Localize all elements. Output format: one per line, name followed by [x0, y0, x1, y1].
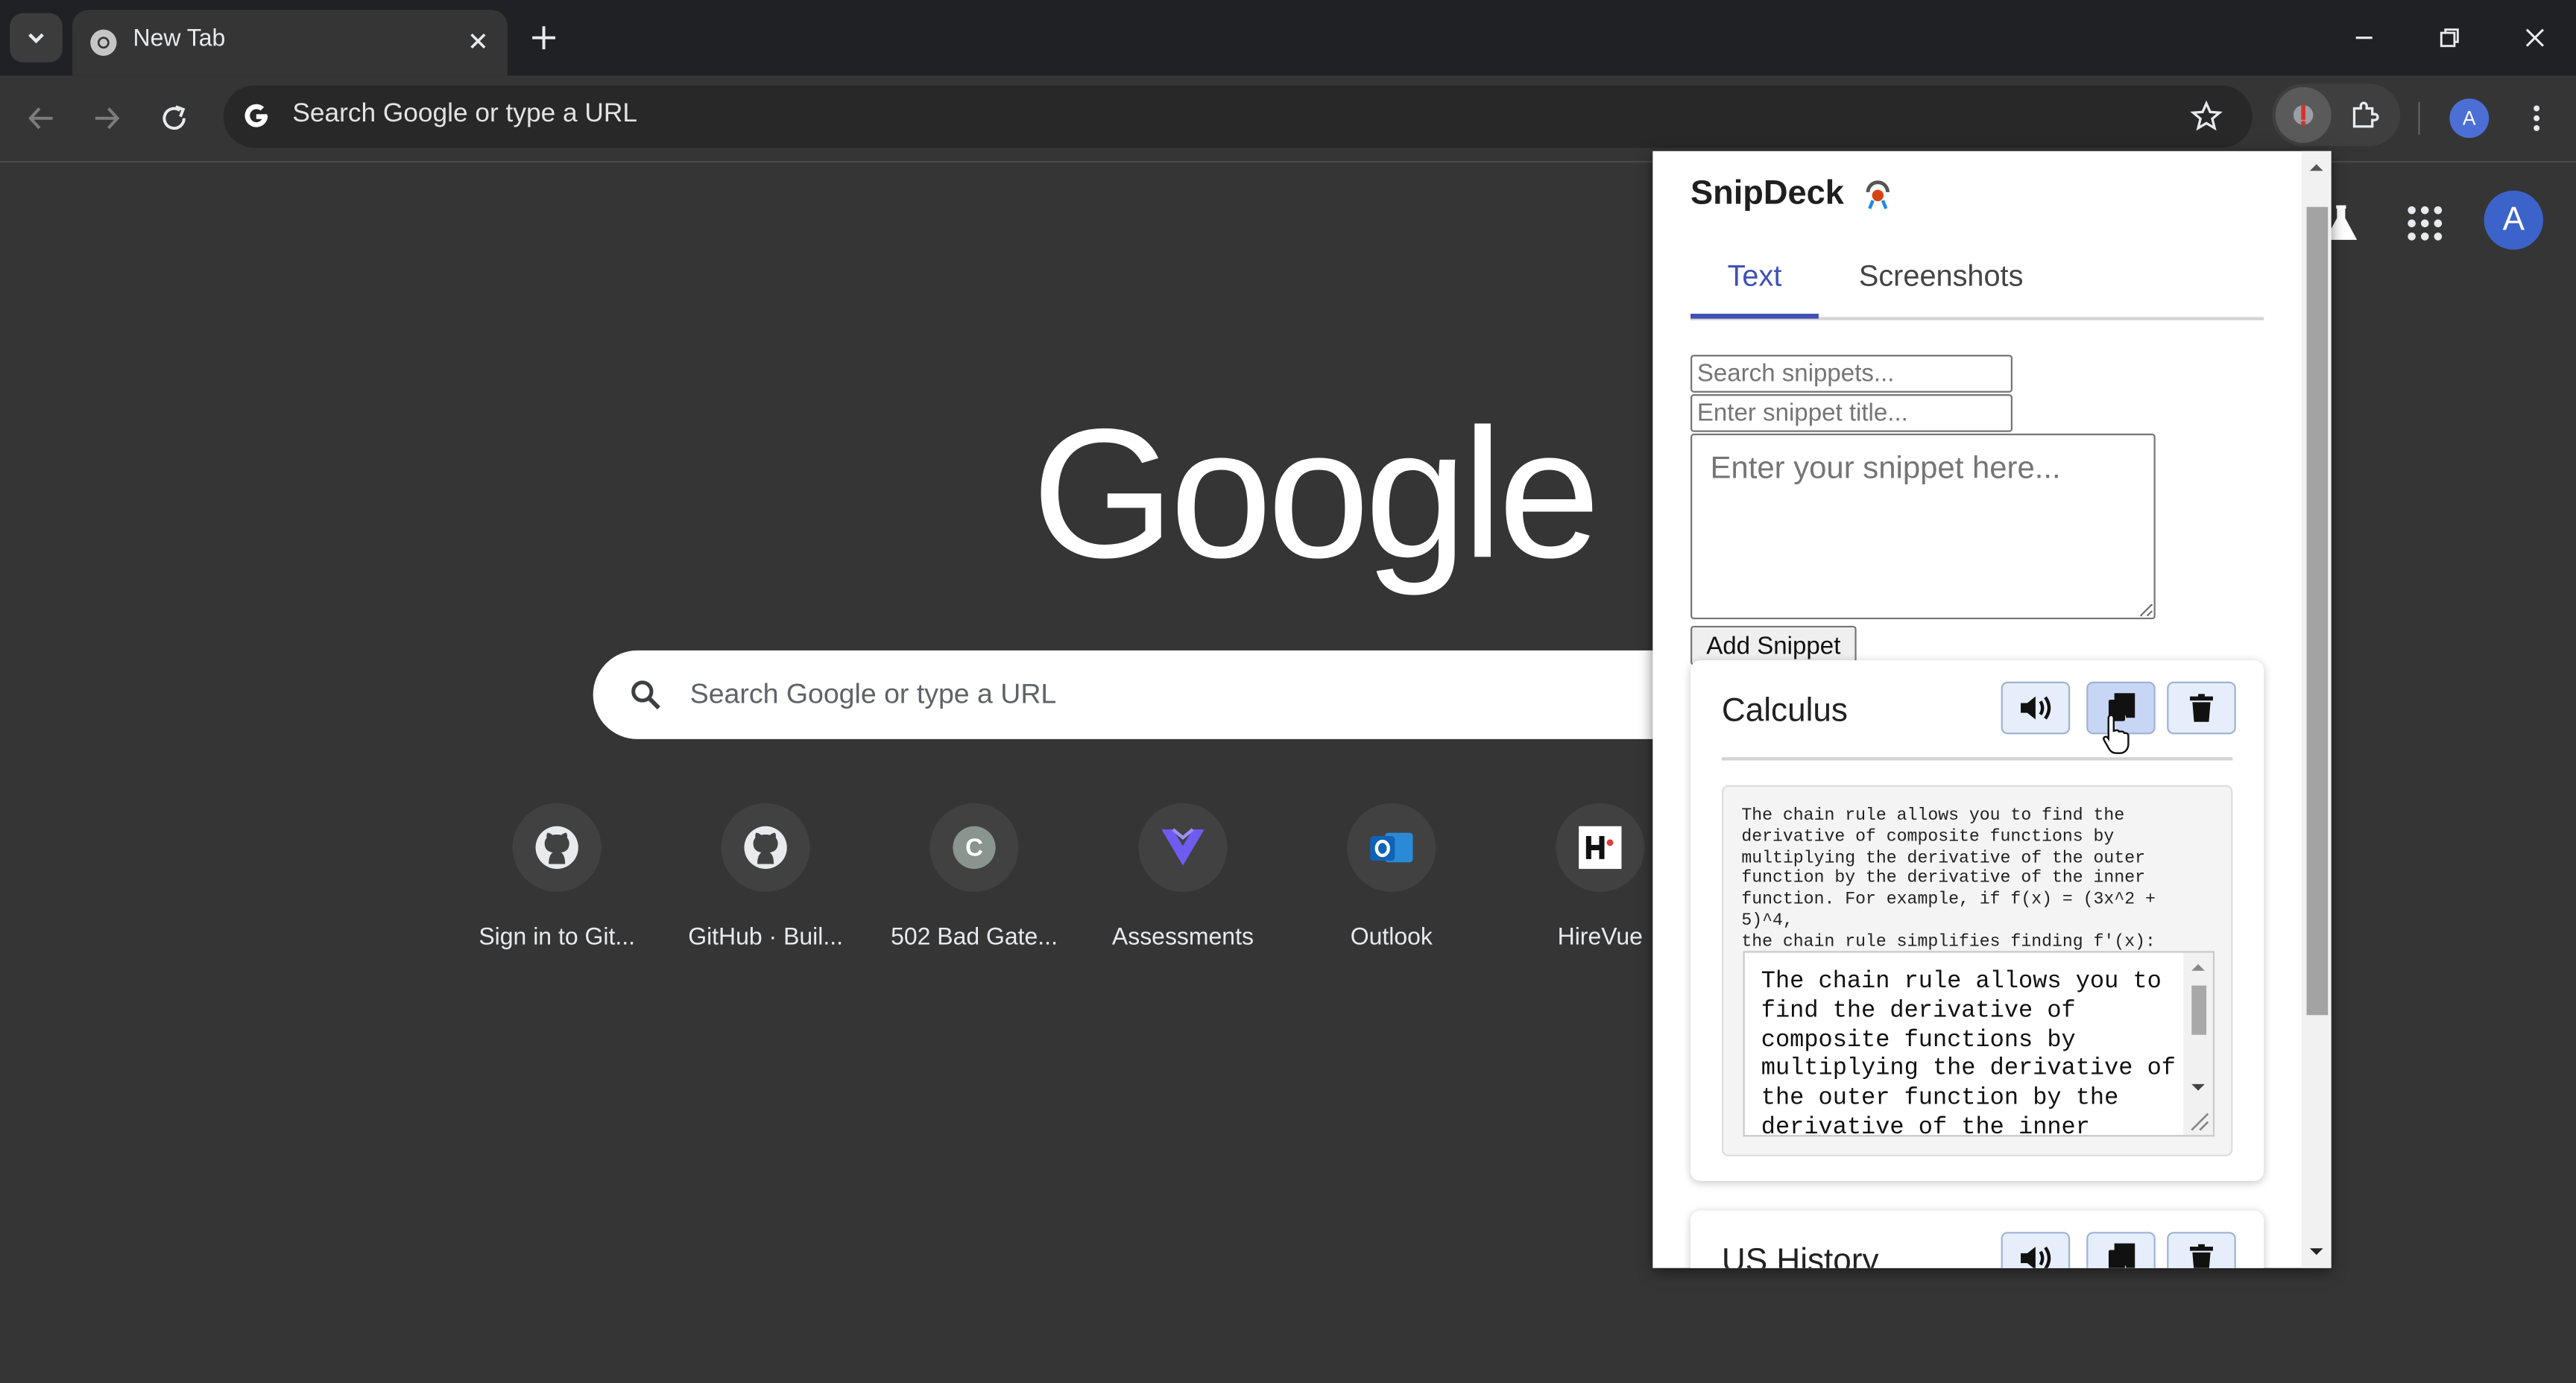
- scroll-up-icon: [2191, 963, 2205, 971]
- forward-button[interactable]: [87, 98, 127, 138]
- search-icon: [629, 678, 662, 711]
- close-icon: [2525, 28, 2545, 47]
- extensions-puzzle-icon[interactable]: [2348, 98, 2381, 131]
- delete-button[interactable]: [2167, 1232, 2236, 1268]
- google-g-icon: [240, 100, 273, 133]
- popup-scrollbar[interactable]: [2301, 151, 2332, 1268]
- add-snippet-button[interactable]: Add Snippet: [1690, 625, 1857, 665]
- shortcut-label: GitHub · Buil...: [688, 925, 844, 952]
- snippet-textarea[interactable]: [1690, 433, 2156, 620]
- trash-icon: [2190, 1244, 2213, 1268]
- ntp-profile-avatar[interactable]: A: [2484, 190, 2543, 250]
- toolbar-divider: [2418, 101, 2420, 135]
- card-divider: [1721, 757, 2233, 761]
- snippet-editor-text: The chain rule allows you to find the de…: [1761, 969, 2176, 1137]
- scroll-up-icon: [2309, 164, 2323, 171]
- restore-icon: [2440, 28, 2459, 48]
- snipdeck-logo-icon: [1861, 179, 1894, 212]
- shortcut-tile[interactable]: GitHub · Buil...: [663, 803, 867, 984]
- snippet-preview: The chain rule allows you to find the de…: [1721, 785, 2233, 1156]
- star-icon[interactable]: [2190, 100, 2223, 133]
- toolbar: Search Google or type a URL A: [0, 75, 2576, 163]
- back-arrow-icon: [28, 107, 53, 130]
- speak-button[interactable]: [2001, 681, 2071, 735]
- copy-button[interactable]: [2086, 1232, 2156, 1268]
- snippet-preview-text: The chain rule allows you to find the de…: [1741, 806, 2156, 953]
- speaker-icon: [2021, 1246, 2051, 1268]
- snipdeck-icon: [2293, 105, 2314, 126]
- speak-button[interactable]: [2001, 1232, 2071, 1268]
- snippet-title: Calculus: [1721, 693, 1848, 730]
- restore-button[interactable]: [2431, 22, 2467, 54]
- editor-scrollbar[interactable]: [2183, 952, 2213, 1136]
- github-icon: [721, 803, 810, 892]
- extensions-group: [2272, 83, 2401, 147]
- scroll-thumb[interactable]: [2191, 985, 2207, 1035]
- minimize-icon: [2355, 37, 2373, 39]
- resize-handle-icon[interactable]: [2183, 1110, 2213, 1133]
- tab-strip: New Tab: [0, 0, 2576, 76]
- shortcut-label: Sign in to Git...: [479, 925, 635, 952]
- speaker-icon: [2021, 696, 2051, 720]
- snippet-title-input[interactable]: [1690, 394, 2013, 432]
- new-tab-button[interactable]: [528, 22, 561, 54]
- assessments-icon: [1138, 803, 1228, 892]
- back-button[interactable]: [22, 98, 61, 138]
- shortcut-tile[interactable]: Sign in to Git...: [455, 803, 659, 984]
- close-icon[interactable]: [464, 26, 493, 56]
- kebab-menu-icon[interactable]: [2522, 98, 2551, 138]
- hirevue-icon: [1556, 803, 1645, 892]
- close-window-button[interactable]: [2517, 22, 2553, 54]
- letter-c-icon: C: [929, 803, 1019, 892]
- scroll-down-icon: [2309, 1248, 2323, 1256]
- tab-new-tab[interactable]: New Tab: [72, 10, 508, 76]
- omnibox-text: Search Google or type a URL: [292, 100, 637, 128]
- shortcut-label: Outlook: [1350, 925, 1433, 952]
- tab-search-button[interactable]: [10, 13, 63, 63]
- popup-scroll-thumb[interactable]: [2306, 206, 2329, 1016]
- outlook-icon: [1347, 803, 1436, 892]
- github-icon: [512, 803, 602, 892]
- shortcut-tile[interactable]: C 502 Bad Gate...: [872, 803, 1076, 984]
- tab-text[interactable]: Text: [1690, 240, 1819, 319]
- snippet-editor[interactable]: The chain rule allows you to find the de…: [1743, 951, 2215, 1137]
- delete-button[interactable]: [2167, 681, 2236, 735]
- trash-icon: [2190, 694, 2213, 722]
- profile-avatar[interactable]: A: [2449, 98, 2490, 139]
- hand-cursor-icon: [2101, 713, 2131, 756]
- google-logo: Google: [1032, 390, 1600, 597]
- popup-title: SnipDeck: [1690, 174, 1844, 212]
- forward-arrow-icon: [95, 107, 120, 130]
- google-apps-icon[interactable]: [2405, 203, 2445, 243]
- tab-screenshots[interactable]: Screenshots: [1838, 240, 2044, 314]
- tab-title: New Tab: [133, 26, 226, 53]
- snipdeck-popup: SnipDeck Text Screenshots Add Snippet Ca…: [1652, 151, 2332, 1268]
- shortcut-label: 502 Bad Gate...: [891, 925, 1058, 952]
- snipdeck-extension-button[interactable]: [2275, 86, 2332, 143]
- letter-c-badge: C: [953, 826, 996, 870]
- ntp-search-placeholder: Search Google or type a URL: [689, 678, 1057, 710]
- minimize-button[interactable]: [2346, 22, 2381, 54]
- reload-button[interactable]: [154, 98, 194, 138]
- copy-icon: [2108, 1243, 2135, 1268]
- chrome-icon: [89, 28, 119, 57]
- snippet-card: US History: [1690, 1210, 2264, 1268]
- shortcut-tile[interactable]: Outlook: [1289, 803, 1493, 984]
- search-snippets-input[interactable]: [1690, 355, 2013, 393]
- reload-icon: [162, 105, 186, 130]
- snippet-title: US History: [1721, 1243, 1879, 1268]
- scroll-down-icon: [2191, 1083, 2205, 1091]
- plus-icon: [532, 26, 555, 50]
- shortcut-tile[interactable]: Assessments: [1081, 803, 1284, 984]
- popup-tabs: Text Screenshots: [1690, 240, 2264, 320]
- ntp-search-box[interactable]: Search Google or type a URL: [593, 650, 1743, 739]
- omnibox[interactable]: Search Google or type a URL: [223, 85, 2253, 148]
- shortcut-label: Assessments: [1111, 925, 1254, 952]
- snippet-card: Calculus The chain rule allows you to fi…: [1690, 660, 2264, 1181]
- chevron-down-icon: [28, 33, 44, 44]
